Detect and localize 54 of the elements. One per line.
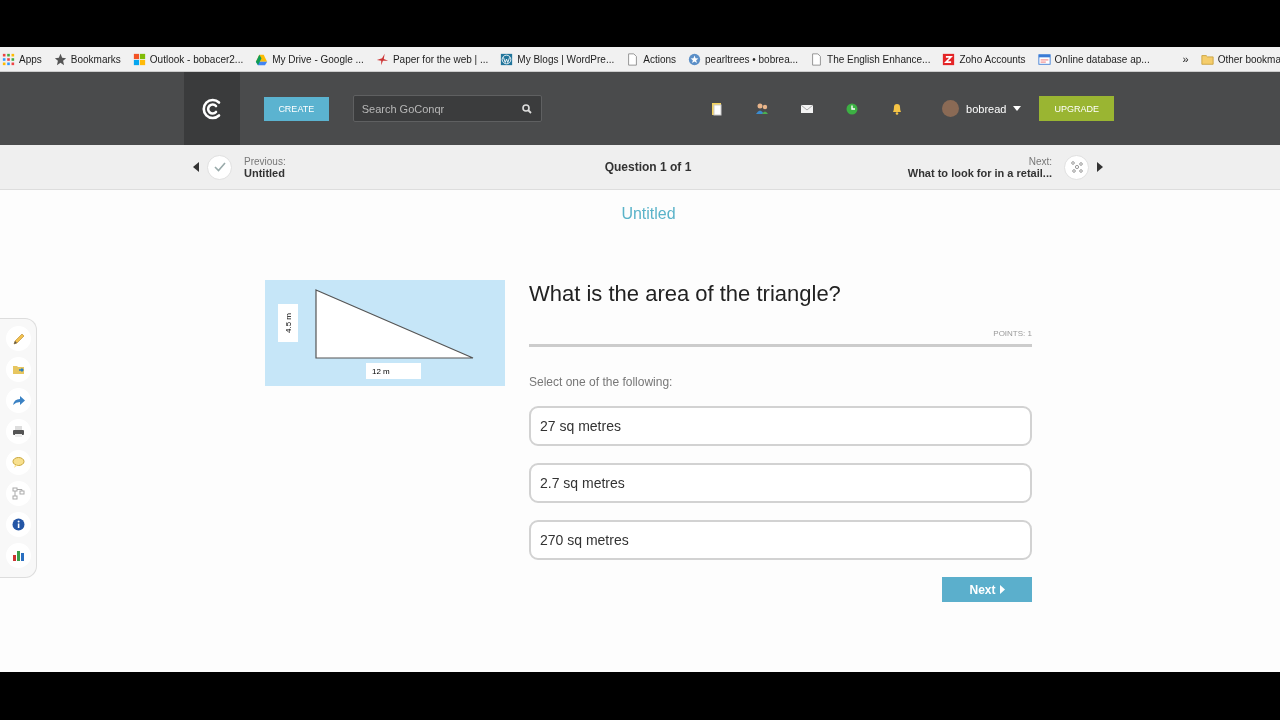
search-icon[interactable] xyxy=(522,104,533,114)
star-circle-icon xyxy=(688,52,702,66)
height-label: 4.5 m xyxy=(278,304,298,342)
previous-link[interactable]: Untitled xyxy=(244,166,286,179)
bookmark-item[interactable]: Bookmarks xyxy=(53,52,121,66)
info-icon[interactable] xyxy=(5,512,31,537)
bookmark-item[interactable]: Outlook - bobacer2... xyxy=(132,52,244,66)
next-arrow-icon[interactable] xyxy=(1097,162,1103,172)
base-label: 12 m xyxy=(366,363,421,379)
next-label: Next: xyxy=(1028,155,1052,167)
people-icon[interactable] xyxy=(755,101,770,116)
bookmark-item[interactable]: The English Enhance... xyxy=(810,52,931,66)
grid-icon xyxy=(2,52,15,66)
caret-icon[interactable] xyxy=(1013,106,1022,111)
checkmark-icon xyxy=(207,154,232,180)
network-icon xyxy=(1064,154,1089,180)
bookmark-item[interactable]: Apps xyxy=(2,52,42,66)
question-counter: Question 1 of 1 xyxy=(604,160,692,174)
clock-icon[interactable] xyxy=(845,101,860,116)
caret-icon xyxy=(999,585,1005,594)
previous-label: Previous: xyxy=(244,155,286,167)
search-field[interactable]: Search GoConqr xyxy=(352,95,543,122)
bookmark-item[interactable]: My Blogs | WordPre... xyxy=(500,52,615,66)
share-icon[interactable] xyxy=(5,388,31,413)
page-icon xyxy=(810,52,824,66)
bookmark-item[interactable]: Online database ap... xyxy=(1037,52,1150,66)
points-label: POINTS: 1 xyxy=(993,329,1032,338)
notepad-icon[interactable] xyxy=(710,101,725,116)
question-text: What is the area of the triangle? xyxy=(529,281,842,307)
triangle-icon xyxy=(255,52,269,66)
window-icon xyxy=(1037,52,1051,66)
quiz-title: Untitled xyxy=(621,205,676,223)
bookmark-item[interactable]: Paper for the web | ... xyxy=(375,52,489,66)
bookmark-item[interactable]: My Drive - Google ... xyxy=(255,52,364,66)
user-name[interactable]: bobread xyxy=(966,102,1007,115)
letter-w-icon xyxy=(500,52,514,66)
letter-z-icon xyxy=(942,52,956,66)
bar-chart-icon[interactable] xyxy=(5,543,31,568)
logo-icon[interactable] xyxy=(184,72,240,145)
answer-option[interactable]: 27 sq metres xyxy=(529,406,1032,446)
previous-arrow-icon[interactable] xyxy=(193,162,199,172)
bookmark-item[interactable]: pearltrees • bobrea... xyxy=(688,52,799,66)
next-link[interactable]: What to look for in a retail... xyxy=(907,166,1052,179)
printer-icon[interactable] xyxy=(5,419,31,444)
answer-option[interactable]: 2.7 sq metres xyxy=(529,463,1032,503)
four-squares-icon xyxy=(132,52,146,66)
instruction-text: Select one of the following: xyxy=(529,375,674,389)
page-icon xyxy=(626,52,640,66)
more-bookmarks-button[interactable]: » xyxy=(1182,53,1189,65)
folder-icon xyxy=(1200,52,1214,66)
bookmark-item[interactable]: Zoho Accounts xyxy=(942,52,1026,66)
bookmark-item[interactable]: Actions xyxy=(626,52,677,66)
answer-option[interactable]: 270 sq metres xyxy=(529,520,1032,560)
star-icon xyxy=(53,52,67,66)
